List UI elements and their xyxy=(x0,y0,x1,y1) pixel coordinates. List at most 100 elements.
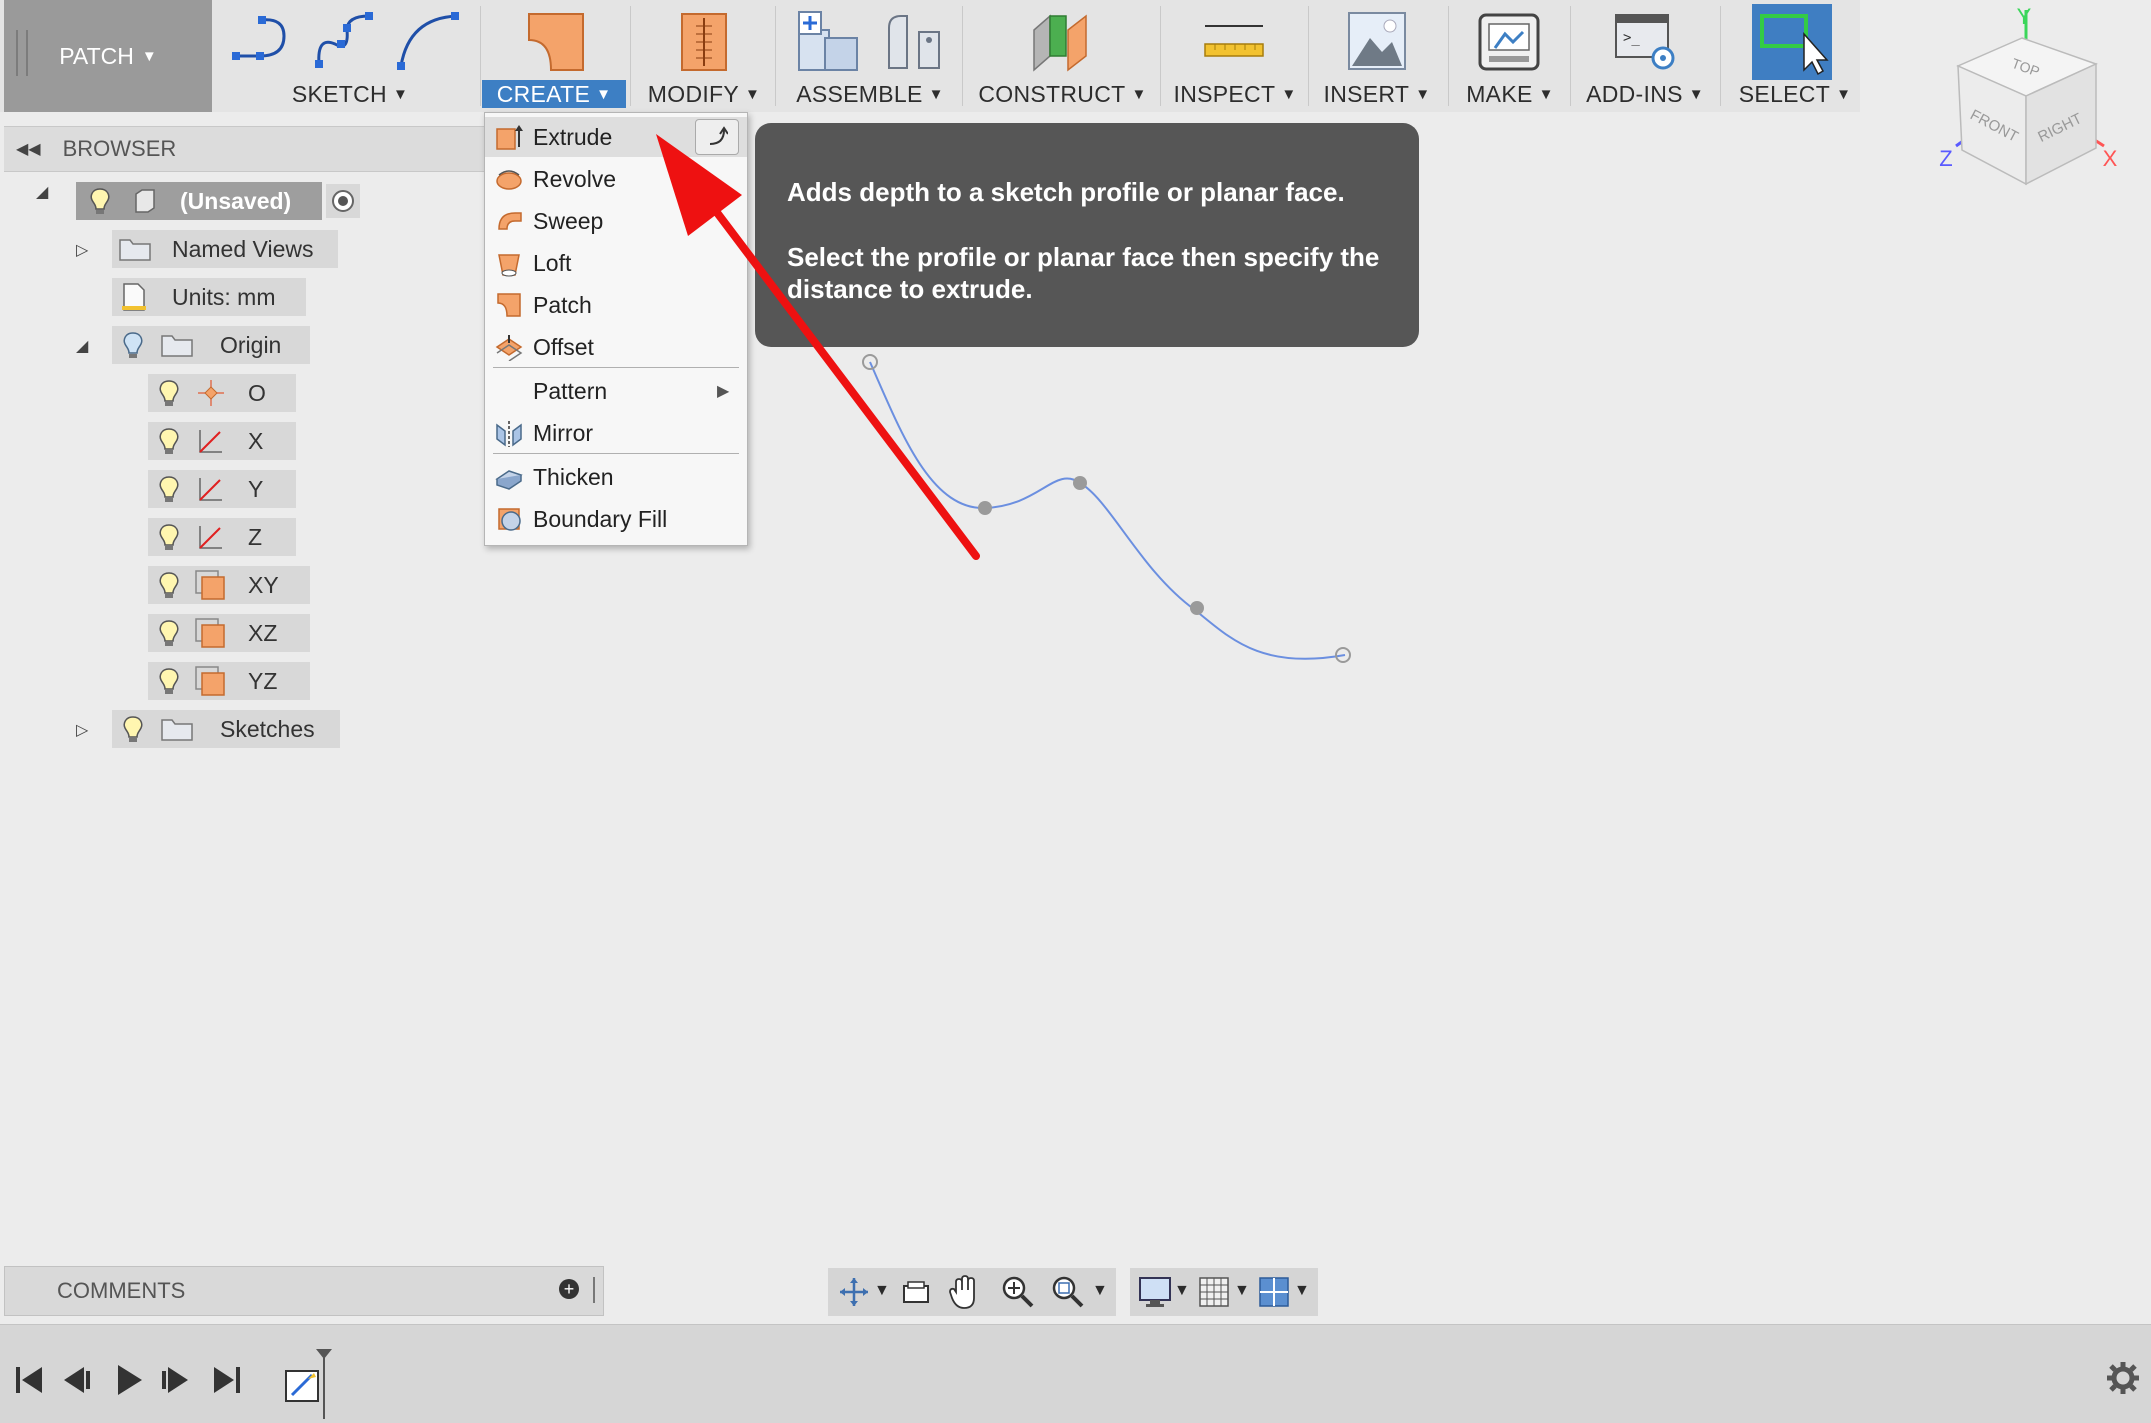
menu-item-thicken[interactable]: Thicken xyxy=(485,457,747,497)
lightbulb-icon[interactable] xyxy=(156,666,182,696)
offset-plane-icon[interactable] xyxy=(1028,8,1094,74)
new-component-icon[interactable] xyxy=(795,8,865,76)
construct-group[interactable]: CONSTRUCT ▼ xyxy=(970,0,1155,112)
named-views-expander-icon[interactable]: ▷ xyxy=(76,240,88,260)
assemble-menu[interactable]: ASSEMBLE ▼ xyxy=(780,80,960,108)
menu-item-loft[interactable]: Loft xyxy=(485,243,747,283)
go-to-start-icon[interactable] xyxy=(14,1365,44,1395)
origin-item-plane-xy[interactable]: XY xyxy=(148,566,310,604)
menu-item-revolve[interactable]: Revolve xyxy=(485,159,747,199)
lightbulb-icon[interactable] xyxy=(156,618,182,648)
make-menu[interactable]: MAKE ▼ xyxy=(1455,80,1565,108)
select-tool-button[interactable] xyxy=(1752,4,1832,80)
menu-item-pattern[interactable]: Pattern ▶ xyxy=(485,371,747,411)
make-group[interactable]: MAKE ▼ xyxy=(1455,0,1565,112)
create-group[interactable]: CREATE ▼ xyxy=(482,0,628,112)
menu-item-mirror[interactable]: Mirror xyxy=(485,413,747,453)
inspect-group[interactable]: INSPECT ▼ xyxy=(1165,0,1305,112)
origin-item-axis-y[interactable]: Y xyxy=(148,470,296,508)
scripts-addins-icon[interactable]: >_ xyxy=(1613,12,1679,72)
look-at-icon[interactable] xyxy=(900,1278,932,1306)
assemble-group[interactable]: ASSEMBLE ▼ xyxy=(780,0,960,112)
spline-fit-point[interactable] xyxy=(1190,601,1204,615)
origin-item-point[interactable]: O xyxy=(148,374,296,412)
settings-gear-icon[interactable] xyxy=(2106,1361,2140,1395)
step-forward-icon[interactable] xyxy=(160,1365,190,1395)
lightbulb-icon[interactable] xyxy=(156,570,182,600)
select-group[interactable]: SELECT ▼ xyxy=(1730,0,1860,112)
sketches-expander-icon[interactable]: ▷ xyxy=(76,720,88,740)
orbit-icon[interactable] xyxy=(838,1276,870,1308)
browser-node-sketches[interactable]: Sketches xyxy=(112,710,340,748)
menu-item-extrude[interactable]: Extrude xyxy=(485,117,747,157)
menu-item-patch[interactable]: Patch xyxy=(485,285,747,325)
insert-image-icon[interactable] xyxy=(1346,10,1408,72)
joint-icon[interactable] xyxy=(883,10,945,72)
lightbulb-icon[interactable] xyxy=(156,378,182,408)
construct-menu[interactable]: CONSTRUCT ▼ xyxy=(970,80,1155,108)
chevron-down-icon[interactable]: ▼ xyxy=(874,1282,890,1300)
modify-menu[interactable]: MODIFY ▼ xyxy=(640,80,768,108)
sketch-menu[interactable]: SKETCH ▼ xyxy=(275,80,425,108)
addins-menu[interactable]: ADD-INS ▼ xyxy=(1575,80,1715,108)
activate-component-radio[interactable] xyxy=(326,184,360,218)
sketch-group[interactable]: SKETCH ▼ xyxy=(225,0,475,112)
measure-icon[interactable] xyxy=(1203,20,1265,60)
lightbulb-icon[interactable] xyxy=(156,426,182,456)
pan-hand-icon[interactable] xyxy=(948,1274,980,1310)
spline-fit-point[interactable] xyxy=(1073,476,1087,490)
press-pull-icon[interactable] xyxy=(678,10,730,74)
timeline-sketch-feature-icon[interactable] xyxy=(282,1345,338,1421)
fit-view-icon[interactable] xyxy=(1050,1274,1086,1310)
menu-item-sweep[interactable]: Sweep xyxy=(485,201,747,241)
add-comment-icon[interactable]: + xyxy=(559,1279,579,1299)
line-tool-icon[interactable] xyxy=(230,12,292,68)
browser-node-named-views[interactable]: Named Views xyxy=(112,230,338,268)
3d-print-icon[interactable] xyxy=(1477,12,1541,72)
play-icon[interactable] xyxy=(114,1363,144,1397)
collapse-panel-icon[interactable]: ◀◀ xyxy=(16,139,41,159)
browser-header[interactable]: ◀◀ BROWSER xyxy=(4,126,488,172)
lightbulb-icon[interactable] xyxy=(156,522,182,552)
browser-node-origin[interactable]: Origin xyxy=(112,326,310,364)
origin-expander-icon[interactable]: ◢ xyxy=(76,336,88,356)
workspace-switcher[interactable]: PATCH ▼ xyxy=(4,0,212,112)
spline-tool-icon[interactable] xyxy=(313,10,375,70)
spline-fit-point[interactable] xyxy=(978,501,992,515)
menu-item-boundary-fill[interactable]: Boundary Fill xyxy=(485,499,747,539)
origin-item-plane-yz[interactable]: YZ xyxy=(148,662,310,700)
panel-grip-icon[interactable] xyxy=(593,1277,598,1303)
viewcube[interactable]: TOP FRONT RIGHT Y Z X xyxy=(1920,0,2120,200)
select-menu[interactable]: SELECT ▼ xyxy=(1730,80,1860,108)
create-menu-button[interactable]: CREATE ▼ xyxy=(482,80,626,108)
lightbulb-off-icon[interactable] xyxy=(120,330,146,360)
browser-node-units[interactable]: Units: mm xyxy=(112,278,306,316)
arc-tool-icon[interactable] xyxy=(395,10,461,70)
viewports-icon[interactable] xyxy=(1258,1276,1290,1308)
insert-menu[interactable]: INSERT ▼ xyxy=(1312,80,1442,108)
display-settings-icon[interactable] xyxy=(1138,1276,1172,1308)
chevron-down-icon[interactable]: ▼ xyxy=(1092,1282,1108,1300)
grid-snaps-icon[interactable] xyxy=(1198,1276,1230,1308)
chevron-down-icon[interactable]: ▼ xyxy=(1234,1282,1250,1300)
comments-panel[interactable]: COMMENTS + xyxy=(4,1266,604,1316)
chevron-down-icon[interactable]: ▼ xyxy=(1294,1282,1310,1300)
inspect-menu[interactable]: INSPECT ▼ xyxy=(1165,80,1305,108)
lightbulb-icon[interactable] xyxy=(156,474,182,504)
origin-item-plane-xz[interactable]: XZ xyxy=(148,614,310,652)
patch-icon[interactable] xyxy=(525,10,587,74)
insert-group[interactable]: INSERT ▼ xyxy=(1312,0,1442,112)
origin-item-axis-x[interactable]: X xyxy=(148,422,296,460)
menu-item-offset[interactable]: Offset xyxy=(485,327,747,367)
sketch-spline-curve[interactable] xyxy=(840,350,1360,680)
chevron-down-icon[interactable]: ▼ xyxy=(1174,1282,1190,1300)
zoom-icon[interactable] xyxy=(1000,1274,1036,1310)
go-to-end-icon[interactable] xyxy=(212,1365,242,1395)
lightbulb-icon[interactable] xyxy=(86,186,114,216)
browser-root-node[interactable]: (Unsaved) xyxy=(76,182,322,220)
lightbulb-icon[interactable] xyxy=(120,714,146,744)
modify-group[interactable]: MODIFY ▼ xyxy=(640,0,768,112)
origin-item-axis-z[interactable]: Z xyxy=(148,518,296,556)
addins-group[interactable]: >_ ADD-INS ▼ xyxy=(1575,0,1715,112)
browser-root-expander-icon[interactable]: ◢ xyxy=(36,182,48,202)
